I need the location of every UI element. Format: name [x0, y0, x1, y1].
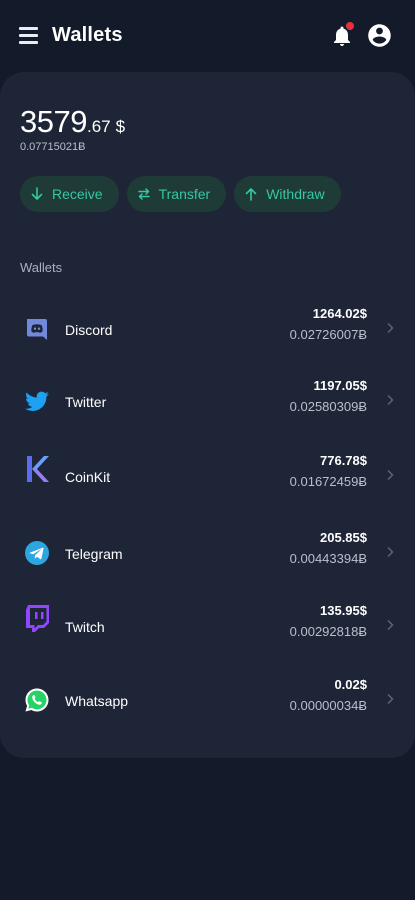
wallet-btc: 0.00000034Ƀ	[289, 698, 367, 713]
balance-btc: 0.07715021Ƀ	[20, 141, 86, 153]
action-buttons: Receive Transfer Withdraw	[20, 176, 341, 212]
balance-decimal: .67	[86, 117, 111, 136]
chevron-right-icon	[387, 693, 394, 705]
wallet-name: Discord	[65, 322, 113, 338]
discord-icon	[27, 319, 47, 340]
wallet-name: Telegram	[65, 546, 123, 562]
total-balance: 3579 .67 $	[20, 104, 125, 140]
wallets-section-label: Wallets	[20, 260, 63, 275]
twitter-icon	[25, 391, 49, 411]
wallet-usd: 0.02$	[334, 677, 367, 692]
chevron-right-icon	[387, 394, 394, 406]
wallet-btc: 0.02726007Ƀ	[289, 327, 367, 342]
chevron-right-icon	[387, 469, 394, 481]
receive-button[interactable]: Receive	[20, 176, 119, 212]
swap-arrows-icon	[137, 188, 150, 200]
arrow-up-icon	[245, 188, 257, 201]
withdraw-button[interactable]: Withdraw	[234, 176, 341, 212]
transfer-button[interactable]: Transfer	[126, 176, 227, 212]
wallet-btc: 0.00443394Ƀ	[289, 551, 367, 566]
wallet-usd: 1197.05$	[313, 378, 367, 393]
wallet-name: CoinKit	[65, 469, 111, 485]
arrow-down-icon	[31, 187, 43, 200]
whatsapp-icon	[25, 688, 49, 712]
notification-dot	[346, 22, 354, 30]
wallet-row-twitter[interactable]: Twitter 1197.05$ 0.02580309Ƀ	[0, 376, 415, 432]
wallet-name: Twitch	[65, 619, 105, 635]
wallet-btc: 0.01672459Ƀ	[289, 474, 367, 489]
wallet-row-coinkit[interactable]: CoinKit 776.78$ 0.01672459Ƀ	[0, 451, 415, 507]
twitch-icon	[26, 605, 49, 632]
wallet-usd: 135.95$	[320, 603, 367, 618]
balance-integer: 3579	[20, 104, 87, 139]
page-title: Wallets	[52, 24, 123, 46]
receive-label: Receive	[52, 186, 103, 202]
account-circle-icon[interactable]	[366, 22, 393, 49]
balance-currency: $	[115, 117, 126, 136]
wallet-usd: 776.78$	[320, 453, 367, 468]
wallet-name: Whatsapp	[65, 693, 129, 709]
wallet-usd: 1264.02$	[312, 306, 367, 321]
withdraw-label: Withdraw	[266, 186, 325, 202]
chevron-right-icon	[387, 546, 394, 558]
wallet-row-twitch[interactable]: Twitch 135.95$ 0.00292818Ƀ	[0, 601, 415, 657]
telegram-icon	[25, 541, 49, 565]
hamburger-menu-icon[interactable]	[19, 27, 38, 44]
wallet-row-discord[interactable]: Discord 1264.02$ 0.02726007Ƀ	[0, 304, 415, 360]
wallet-usd: 205.85$	[320, 530, 367, 545]
wallet-btc: 0.02580309Ƀ	[289, 399, 367, 414]
top-bar: Wallets	[0, 0, 415, 72]
wallet-row-whatsapp[interactable]: Whatsapp 0.02$ 0.00000034Ƀ	[0, 675, 415, 731]
coinkit-icon	[27, 456, 49, 482]
wallet-name: Twitter	[65, 394, 107, 410]
chevron-right-icon	[387, 619, 394, 631]
chevron-right-icon	[387, 322, 394, 334]
wallet-row-telegram[interactable]: Telegram 205.85$ 0.00443394Ƀ	[0, 528, 415, 584]
wallet-btc: 0.00292818Ƀ	[289, 624, 367, 639]
transfer-label: Transfer	[158, 186, 211, 202]
